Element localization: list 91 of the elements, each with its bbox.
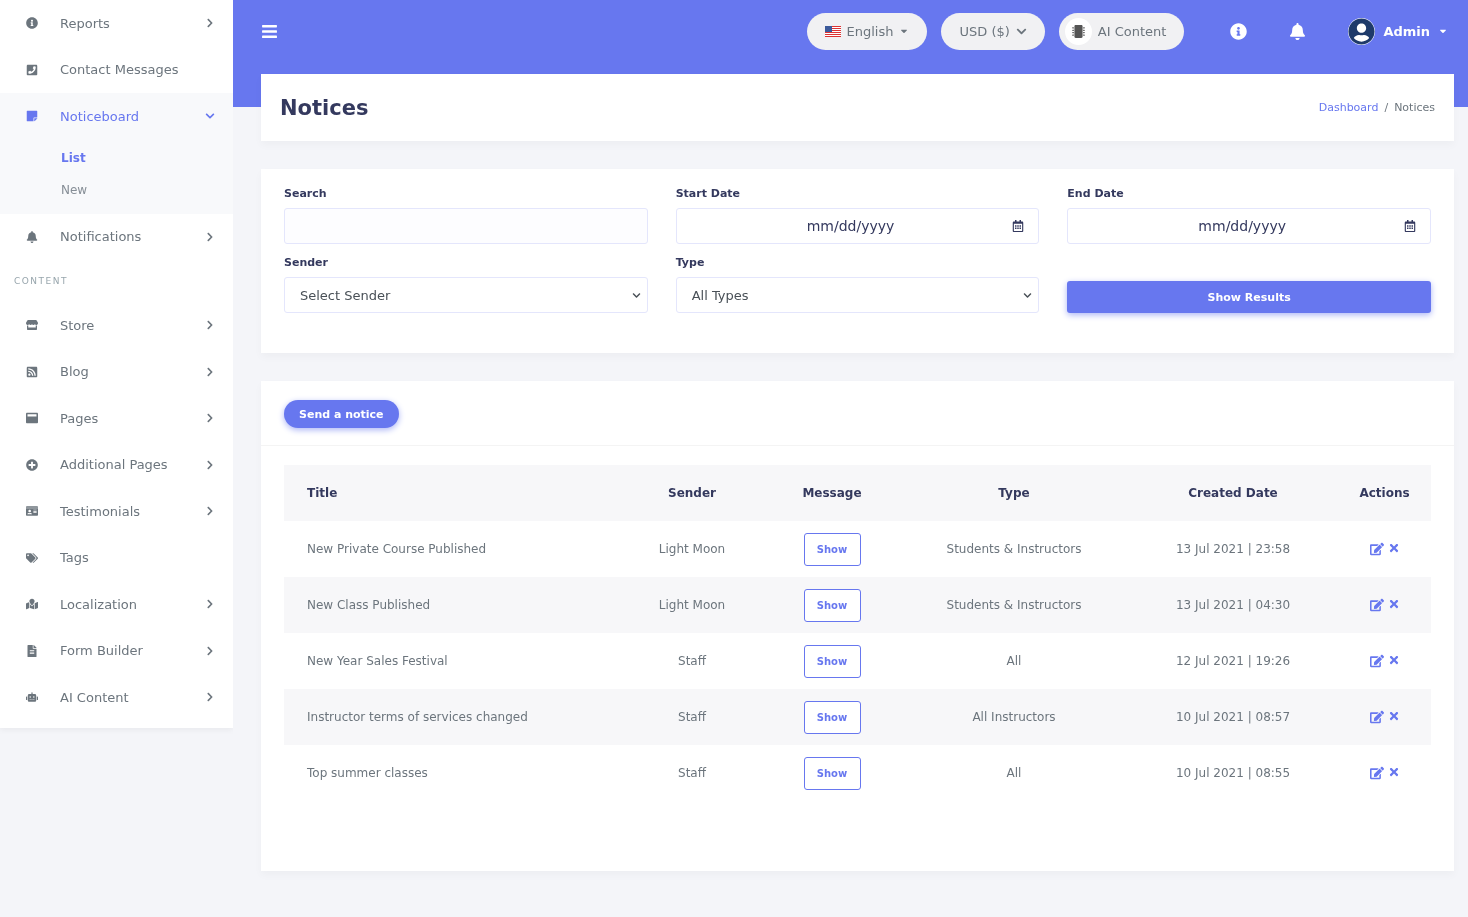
calendar-icon (1012, 220, 1025, 232)
date-field[interactable]: mm/dd/yyyy (1067, 208, 1431, 244)
table-cell-text: New Class Published (306, 598, 432, 612)
search-field[interactable] (284, 208, 648, 244)
edit-icon[interactable] (1369, 598, 1384, 612)
sidebar-item[interactable]: Store (0, 302, 233, 349)
chevron-right-icon (205, 692, 215, 703)
breadcrumb-current: Notices (1394, 101, 1435, 114)
table-cell-text: 10 Jul 2021 | 08:57 (1174, 710, 1292, 724)
ai-content-button[interactable]: AI Content (1058, 12, 1185, 50)
send-notice-button[interactable]: Send a notice (284, 400, 399, 428)
show-button[interactable]: Show (803, 756, 861, 790)
field-label: Start Date (675, 187, 742, 200)
table-cell-text: All (1005, 654, 1023, 668)
column-header: Actions (1358, 486, 1411, 500)
show-button[interactable]: Show (803, 644, 861, 678)
breadcrumb-link[interactable]: Dashboard (1318, 101, 1379, 114)
table-cell-text: 13 Jul 2021 | 23:58 (1174, 542, 1292, 556)
chevron-right-icon (205, 320, 215, 331)
column-header: Message (801, 486, 863, 500)
table-cell-text: Staff (677, 654, 708, 668)
table-cell-text: Students & Instructors (945, 598, 1083, 612)
show-results-button[interactable]: Show Results (1067, 281, 1431, 313)
chevron-down-icon (631, 290, 641, 300)
sidebar-item[interactable]: Blog (0, 348, 233, 395)
breadcrumb-separator: / (1384, 101, 1389, 114)
column-header: Sender (667, 486, 717, 500)
show-button[interactable]: Show (803, 700, 861, 734)
column-header: Type (997, 486, 1031, 500)
chevron-right-icon (205, 413, 215, 424)
table-cell-text: All Instructors (971, 710, 1057, 724)
edit-icon[interactable] (1369, 766, 1384, 780)
chevron-right-icon (205, 459, 215, 470)
sidebar-item[interactable]: Reports (0, 0, 233, 47)
language-dropdown[interactable]: English (806, 12, 928, 50)
sidebar-item[interactable]: Localization (0, 581, 233, 628)
chevron-right-icon (205, 231, 215, 242)
sidebar-item[interactable]: Tags (0, 534, 233, 581)
chip-icon (1064, 17, 1092, 45)
chevron-down-icon (1023, 290, 1033, 300)
table-cell-text: Staff (677, 766, 708, 780)
calendar-icon (1404, 220, 1416, 232)
user-menu[interactable]: Admin (1348, 17, 1448, 45)
table-cell-text: Instructor terms of services changed (306, 710, 529, 724)
info-icon[interactable] (1230, 22, 1248, 40)
field-label: Sender (284, 256, 329, 269)
column-header: Title (306, 486, 339, 500)
field-label: Search (284, 187, 328, 200)
table-cell-text: Staff (677, 710, 708, 724)
table-cell-text: 10 Jul 2021 | 08:55 (1174, 766, 1292, 780)
chevron-right-icon (205, 506, 215, 517)
page-title: Notices (280, 95, 369, 120)
submenu-item[interactable]: List (0, 141, 233, 174)
edit-icon[interactable] (1369, 710, 1384, 724)
flag-icon (824, 25, 841, 37)
sender-select[interactable]: Select Sender (284, 277, 648, 313)
notification-bell-icon[interactable] (1289, 22, 1307, 40)
table-cell-text: Light Moon (657, 542, 727, 556)
table-cell-text: Top summer classes (306, 766, 429, 780)
sidebar-item[interactable]: AI Content (0, 674, 233, 721)
table-cell-text: 13 Jul 2021 | 04:30 (1174, 598, 1292, 612)
edit-icon[interactable] (1369, 654, 1384, 668)
table-cell-text: New Private Course Published (306, 542, 488, 556)
sidebar-item[interactable]: Noticeboard (0, 93, 233, 140)
currency-dropdown[interactable]: USD ($) (941, 12, 1045, 50)
column-header: Created Date (1187, 486, 1279, 500)
chevron-right-icon (205, 599, 215, 610)
table-cell-text: All (1005, 766, 1023, 780)
sidebar-heading: CONTENT (13, 275, 69, 288)
sidebar-item[interactable]: Contact Messages (0, 46, 233, 93)
date-field[interactable]: mm/dd/yyyy (675, 208, 1040, 244)
table-cell-text: New Year Sales Festival (306, 654, 449, 668)
sidebar-item[interactable]: Notifications (0, 213, 233, 260)
sidebar-item[interactable]: Pages (0, 395, 233, 442)
table-cell-text: 12 Jul 2021 | 19:26 (1174, 654, 1292, 668)
avatar-icon (1348, 17, 1376, 45)
sidebar-item[interactable]: Testimonials (0, 488, 233, 535)
chevron-right-icon (205, 18, 215, 29)
show-button[interactable]: Show (803, 588, 861, 622)
edit-icon[interactable] (1369, 542, 1384, 556)
chevron-right-icon (205, 366, 215, 377)
chevron-right-icon (205, 645, 215, 656)
table-cell-text: Students & Instructors (945, 542, 1083, 556)
sidebar-item[interactable]: Form Builder (0, 627, 233, 674)
show-button[interactable]: Show (803, 532, 861, 566)
submenu-item[interactable]: New (0, 173, 233, 206)
table-cell-text: Light Moon (657, 598, 727, 612)
sidebar-item[interactable]: Additional Pages (0, 441, 233, 488)
type-select[interactable]: All Types (675, 277, 1040, 313)
field-label: Type (675, 256, 706, 269)
field-label: End Date (1067, 187, 1125, 200)
